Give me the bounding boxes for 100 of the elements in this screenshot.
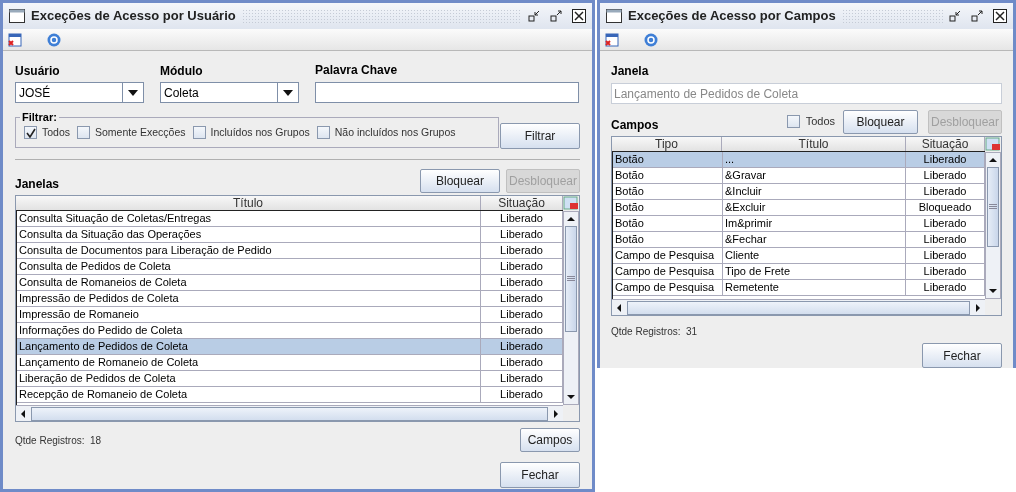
vertical-scrollbar[interactable] (985, 152, 1001, 299)
close-icon[interactable] (572, 9, 586, 23)
record-count: Qtde Registros: 18 (15, 433, 102, 448)
field-label: Janela (611, 63, 650, 80)
table-cell: Lançamento de Pedidos de Coleta (17, 339, 481, 354)
column-header[interactable]: Título (16, 196, 481, 210)
table-row[interactable]: Campo de Pesquisa Tipo de Frete Liberado (613, 264, 985, 280)
window-icon (606, 9, 622, 23)
table-row[interactable]: Informações do Pedido de Coleta Liberado (17, 323, 563, 339)
table-cell: ... (723, 152, 906, 167)
section-label: Campos (611, 117, 660, 134)
column-header[interactable]: Tipo (612, 137, 722, 151)
table-cell: Botão (613, 216, 723, 231)
record-count: Qtde Registros: 31 (611, 325, 699, 339)
table-cell: Impressão de Pedidos de Coleta (17, 291, 481, 306)
table-row[interactable]: Botão &Incluir Liberado (613, 184, 985, 200)
table-row[interactable]: Campo de Pesquisa Remetente Liberado (613, 280, 985, 296)
dropdown[interactable]: Coleta (160, 82, 299, 103)
table-row[interactable]: Consulta de Documentos para Liberação de Pedido Liberado (17, 243, 563, 259)
minimize-icon[interactable] (528, 10, 540, 22)
close-icon[interactable] (993, 9, 1007, 23)
checkbox[interactable] (24, 126, 37, 139)
table-cell: Informações do Pedido de Coleta (17, 323, 481, 338)
checkbox-label: Todos (805, 114, 835, 129)
table-row[interactable]: Botão ... Liberado (613, 152, 985, 168)
caret-icon (283, 89, 293, 96)
field-label: Palavra Chave (315, 62, 399, 79)
maximize-icon[interactable] (971, 10, 983, 22)
horizontal-scrollbar[interactable] (612, 299, 985, 315)
exit-window-icon[interactable] (7, 31, 23, 48)
block-button[interactable]: Bloquear (420, 169, 500, 193)
table-row[interactable]: Botão Im&primir Liberado (613, 216, 985, 232)
table-cell: Botão (613, 168, 723, 183)
table-cell: Botão (613, 152, 723, 167)
table-cell: Im&primir (723, 216, 906, 231)
checkbox[interactable] (786, 114, 800, 128)
horizontal-scrollbar[interactable] (16, 405, 563, 421)
table-row[interactable]: Lançamento de Pedidos de Coleta Liberado (17, 339, 563, 355)
table-row[interactable]: Recepção de Romaneio de Coleta Liberado (17, 387, 563, 403)
table-cell: Cliente (723, 248, 906, 263)
field-label: Usuário (15, 63, 61, 80)
window-title: Exceções de Acesso por Usuário (31, 7, 236, 26)
table-cell: &Gravar (723, 168, 906, 183)
table-cell: Consulta Situação de Coletas/Entregas (17, 211, 481, 226)
table-cell: Campo de Pesquisa (613, 264, 723, 279)
table-cell: Consulta da Situação das Operações (17, 227, 481, 242)
table-row[interactable]: Consulta de Pedidos de Coleta Liberado (17, 259, 563, 275)
checkbox-label: Não incluídos nos Grupos (334, 124, 456, 140)
keyword-field[interactable] (315, 82, 579, 103)
window-title: Exceções de Acesso por Campos (628, 7, 836, 26)
table-row[interactable]: Consulta da Situação das Operações Liberado (17, 227, 563, 243)
close-button[interactable]: Fechar (922, 343, 1002, 368)
table-cell: Tipo de Frete (723, 264, 906, 279)
table-row[interactable]: Botão &Gravar Liberado (613, 168, 985, 184)
table-row[interactable]: Consulta de Romaneios de Coleta Liberado (17, 275, 563, 291)
table-row[interactable]: Campo de Pesquisa Cliente Liberado (613, 248, 985, 264)
table-cell: Consulta de Romaneios de Coleta (17, 275, 481, 290)
table-cell: &Fechar (723, 232, 906, 247)
table-cell: Consulta de Documentos para Liberação de Pedido (17, 243, 481, 258)
block-button[interactable]: Bloquear (843, 110, 918, 134)
checkbox[interactable] (192, 126, 206, 139)
dropdown[interactable]: JOSÉ (15, 82, 144, 103)
table-row[interactable]: Consulta Situação de Coletas/Entregas Liberado (17, 211, 563, 227)
field-label: Módulo (160, 63, 204, 80)
table-cell: &Excluir (723, 200, 906, 215)
table-cell: Lançamento de Romaneio de Coleta (17, 355, 481, 370)
grip-icon (567, 276, 575, 282)
section-label: Janelas (15, 176, 61, 193)
minimize-icon[interactable] (949, 10, 961, 22)
table-row[interactable]: Impressão de Pedidos de Coleta Liberado (17, 291, 563, 307)
table-cell: Recepção de Romaneio de Coleta (17, 387, 481, 402)
checkbox-label: Incluídos nos Grupos (210, 124, 310, 140)
table-cell: Botão (613, 184, 723, 199)
checkbox-label: Somente Execções (95, 124, 186, 140)
window-icon (9, 9, 25, 23)
table-row[interactable]: Lançamento de Romaneio de Coleta Liberado (17, 355, 563, 371)
column-header[interactable]: Título (722, 137, 906, 151)
caret-icon (128, 89, 138, 96)
table-cell: Botão (613, 200, 723, 215)
table-cell: Campo de Pesquisa (613, 280, 723, 295)
maximize-icon[interactable] (550, 10, 562, 22)
close-button[interactable]: Fechar (500, 462, 580, 488)
grip-icon (989, 204, 997, 210)
checkbox[interactable] (316, 126, 330, 139)
table-cell: &Incluir (723, 184, 906, 199)
table-cell: Botão (613, 232, 723, 247)
table-cell: Campo de Pesquisa (613, 248, 723, 263)
table-cell: Liberação de Pedidos de Coleta (17, 371, 481, 386)
exit-window-icon[interactable] (604, 31, 620, 48)
checkbox-label: Todos (42, 124, 71, 140)
filter-button[interactable]: Filtrar (500, 123, 580, 149)
table-cell: Impressão de Romaneio (17, 307, 481, 322)
fields-button[interactable]: Campos (520, 428, 580, 452)
table-row[interactable]: Impressão de Romaneio Liberado (17, 307, 563, 323)
vertical-scrollbar[interactable] (563, 211, 579, 405)
checkbox[interactable] (77, 126, 91, 139)
table-cell: Remetente (723, 280, 906, 295)
table-row[interactable]: Botão &Excluir Bloqueado (613, 200, 985, 216)
table-row[interactable]: Botão &Fechar Liberado (613, 232, 985, 248)
table-row[interactable]: Liberação de Pedidos de Coleta Liberado (17, 371, 563, 387)
